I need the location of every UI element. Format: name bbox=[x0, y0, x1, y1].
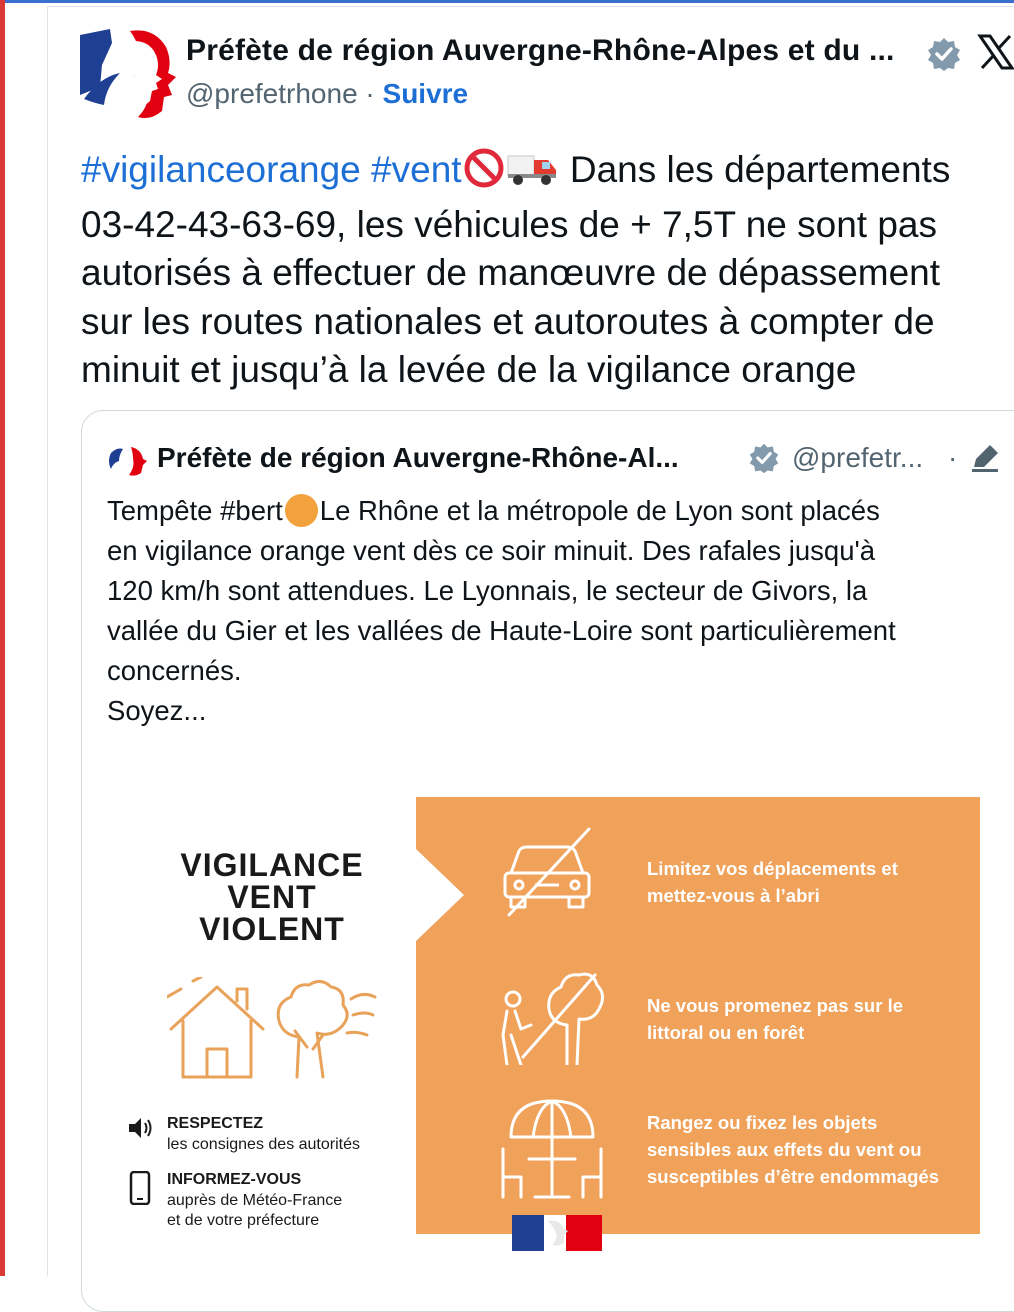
card-border-left bbox=[47, 6, 48, 1276]
truck-emoji bbox=[506, 148, 560, 201]
republique-francaise-logo-icon bbox=[512, 1215, 602, 1251]
quote-separator-dot: · bbox=[948, 442, 958, 473]
author-avatar[interactable] bbox=[80, 25, 178, 121]
quote-avatar-icon[interactable] bbox=[107, 443, 149, 477]
title-line-3: VIOLENT bbox=[199, 911, 345, 947]
no-entry-emoji bbox=[462, 148, 506, 201]
quote-author-name[interactable]: Préfète de région Auvergne-Rhône-Al... bbox=[157, 442, 679, 474]
x-logo-icon[interactable] bbox=[976, 32, 1014, 72]
quoted-tweet-card[interactable]: Préfète de région Auvergne-Rhône-Al... @… bbox=[81, 410, 1014, 1312]
verified-badge-icon bbox=[926, 36, 962, 72]
quote-text: Tempête #bert Le Rhône et la métropole de… bbox=[107, 491, 1007, 731]
top-accent-line bbox=[0, 0, 1014, 3]
quote-verified-badge-icon bbox=[748, 442, 780, 474]
advice-2-body: auprès de Météo-France et de votre préfe… bbox=[167, 1192, 343, 1229]
tip-1-text: Limitez vos déplacements et mettez-vous … bbox=[647, 858, 898, 906]
speaker-icon bbox=[129, 1118, 152, 1138]
tweet-text: #vigilanceorange #vent Dans les départem… bbox=[81, 146, 1014, 395]
hashtag-vent[interactable]: #vent bbox=[371, 149, 462, 190]
left-accent-stripe bbox=[0, 0, 5, 1276]
author-handle[interactable]: @prefetrhone bbox=[186, 78, 358, 109]
parasol-table-icon bbox=[501, 1099, 603, 1199]
marianne-logo-icon bbox=[80, 29, 176, 119]
follow-button[interactable]: Suivre bbox=[383, 78, 469, 109]
quote-text-start: Tempête #bert bbox=[107, 495, 283, 526]
separator-dot: · bbox=[365, 78, 375, 109]
author-handle-row: @prefetrhone · Suivre bbox=[186, 78, 468, 110]
house-tree-wind-illustration bbox=[167, 977, 377, 1079]
card-border-top bbox=[47, 6, 1014, 7]
vigilance-infographic[interactable]: VIGILANCE VENT VIOLENT RESPECTEZ les con… bbox=[97, 787, 997, 1267]
author-name[interactable]: Préfète de région Auvergne-Rhône-Alpes e… bbox=[186, 34, 895, 68]
tip-3-text: Rangez ou fixez les objets sensibles aux… bbox=[647, 1112, 939, 1187]
edit-pencil-icon bbox=[968, 441, 1002, 475]
crossed-car-icon bbox=[503, 827, 591, 917]
hashtag-vigilanceorange[interactable]: #vigilanceorange bbox=[81, 149, 361, 190]
phone-icon bbox=[129, 1171, 151, 1205]
tip-2-text: Ne vous promenez pas sur le littoral ou … bbox=[647, 995, 904, 1043]
orange-circle-emoji bbox=[284, 494, 318, 527]
title-line-1: VIGILANCE bbox=[180, 847, 364, 883]
advice-1-body: les consignes des autorités bbox=[167, 1136, 360, 1153]
quote-author-handle[interactable]: @prefetr... bbox=[792, 442, 923, 474]
advice-2-head: INFORMEZ-VOUS bbox=[167, 1171, 302, 1188]
crossed-walker-tree-icon bbox=[501, 972, 604, 1065]
title-line-2: VENT bbox=[227, 879, 317, 915]
infographic-title: VIGILANCE VENT VIOLENT bbox=[172, 849, 372, 945]
panel-notch bbox=[416, 849, 464, 941]
quote-text-rest: Le Rhône et la métropole de Lyon sont pl… bbox=[107, 495, 896, 726]
advice-1-head: RESPECTEZ bbox=[167, 1115, 264, 1132]
